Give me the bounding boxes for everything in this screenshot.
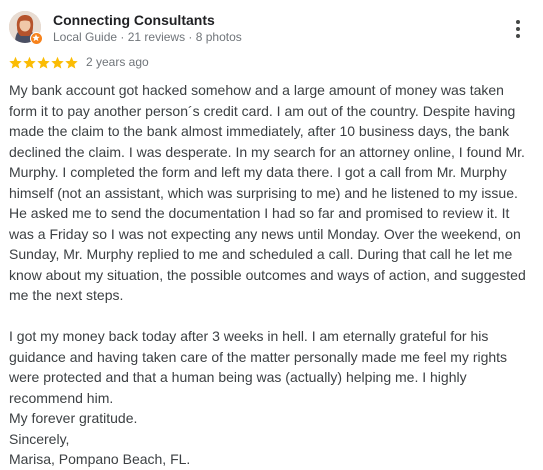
star-icon [65,56,78,69]
review-body: My bank account got hacked somehow and a… [9,80,527,470]
more-vert-icon[interactable] [509,11,529,43]
review-paragraph: My bank account got hacked somehow and a… [9,82,526,303]
review-closing: Sincerely, [9,430,70,447]
local-guide-star-icon [30,32,43,45]
review-count: 21 reviews [127,30,186,44]
star-rating [9,56,79,70]
review-date: 2 years ago [86,55,149,69]
star-icon [37,56,50,69]
reviewer-meta: Local Guide · 21 reviews · 8 photos [53,30,242,44]
photo-count: 8 photos [195,30,242,44]
menu-dot [516,27,520,31]
meta-separator: · [185,30,196,44]
menu-dot [516,34,520,38]
reviewer-name[interactable]: Connecting Consultants [53,12,215,28]
review-closing: My forever gratitude. [9,410,138,426]
review-signature: Marisa, Pompano Beach, FL. [9,451,191,467]
review-card: Connecting Consultants Local Guide · 21 … [0,0,543,467]
review-header: Connecting Consultants Local Guide · 21 … [9,11,534,47]
meta-separator: · [117,30,128,44]
star-icon [9,56,22,69]
local-guide-label: Local Guide [53,30,118,44]
star-icon [23,56,36,69]
star-icon [51,56,64,69]
review-paragraph: I got my money back today after 3 weeks … [9,328,508,406]
menu-dot [516,20,520,24]
